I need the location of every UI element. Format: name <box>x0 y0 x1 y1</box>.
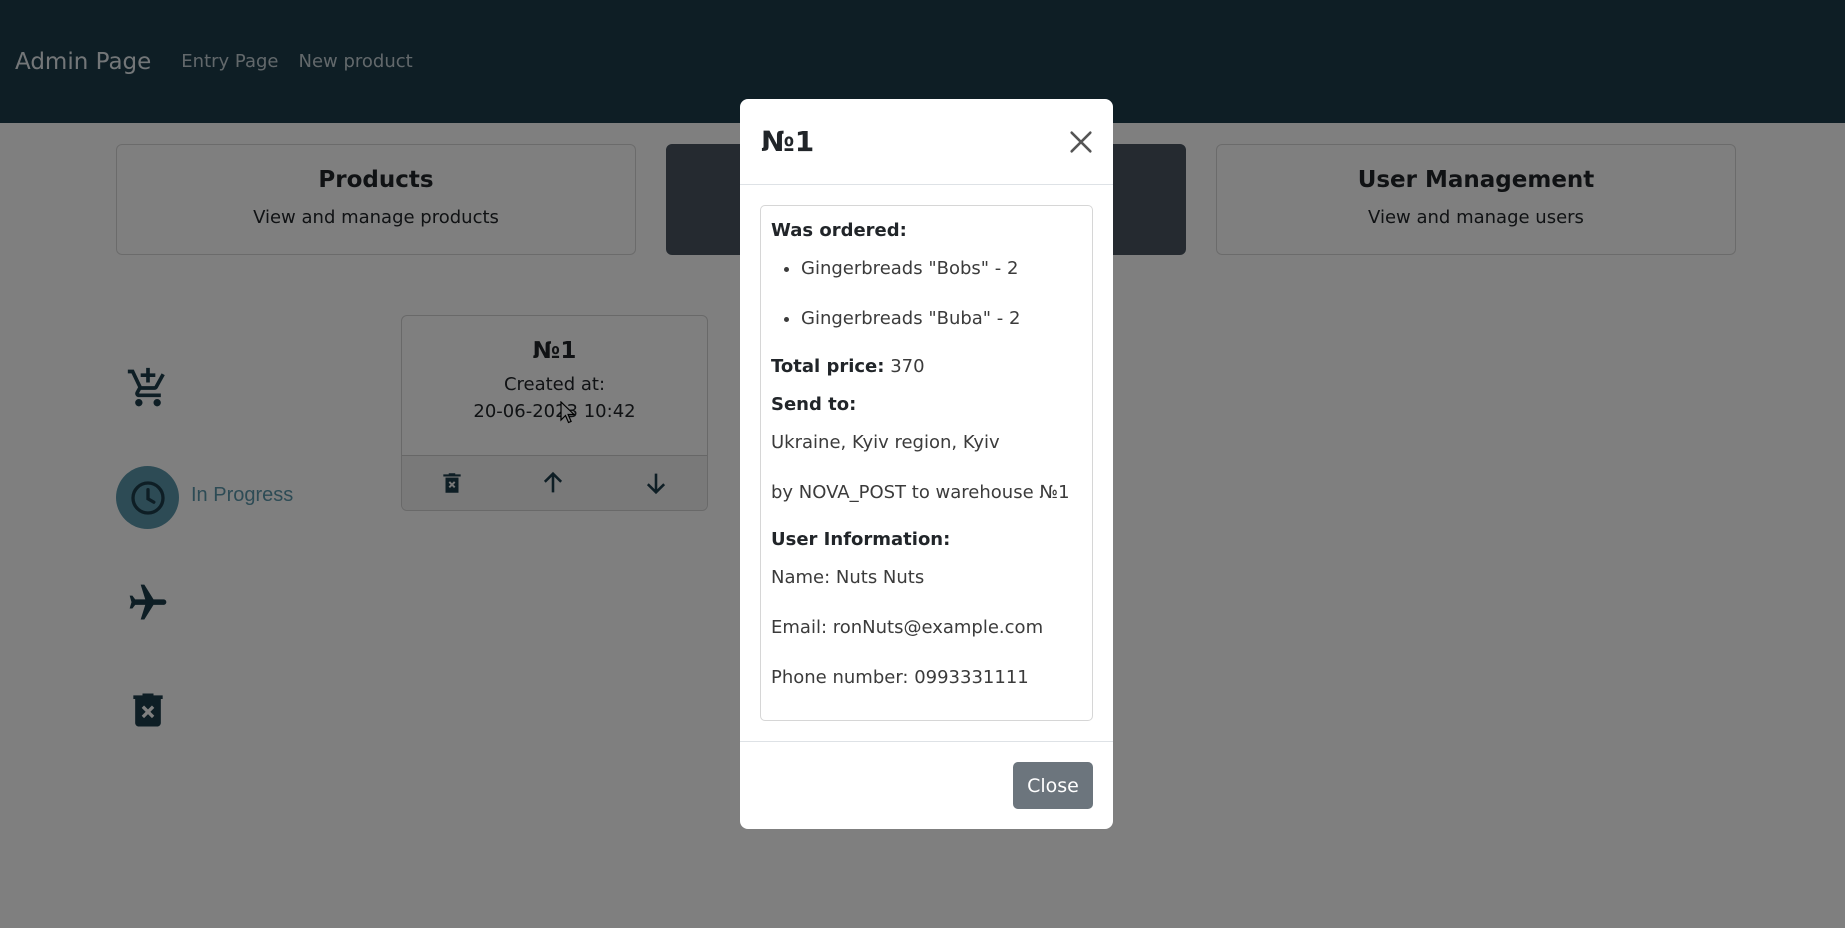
modal-title: №1 <box>761 125 815 158</box>
order-details-modal: №1 Was ordered: Gingerbreads "Bobs" - 2 … <box>740 99 1113 829</box>
shipping-address: Ukraine, Kyiv region, Kyiv <box>771 432 1000 453</box>
user-phone: Phone number: 0993331111 <box>771 667 1029 688</box>
modal-header: №1 <box>740 99 1113 185</box>
send-to-label: Send to: <box>771 394 857 415</box>
close-button[interactable]: Close <box>1013 762 1093 809</box>
close-icon[interactable] <box>1067 128 1095 156</box>
total-price-value: 370 <box>890 356 925 377</box>
order-info-box: Was ordered: Gingerbreads "Bobs" - 2 Gin… <box>760 205 1093 721</box>
total-price-label: Total price: <box>771 356 885 377</box>
modal-footer: Close <box>740 741 1113 829</box>
delivery-method: by NOVA_POST to warehouse №1 <box>771 482 1070 503</box>
user-email: Email: ronNuts@example.com <box>771 617 1044 638</box>
user-name: Name: Nuts Nuts <box>771 567 925 588</box>
user-info-label: User Information: <box>771 529 951 550</box>
ordered-label: Was ordered: <box>771 220 907 241</box>
ordered-items-list: Gingerbreads "Bobs" - 2 Gingerbreads "Bu… <box>801 256 1082 332</box>
ordered-item: Gingerbreads "Bobs" - 2 <box>801 256 1082 282</box>
modal-body: Was ordered: Gingerbreads "Bobs" - 2 Gin… <box>740 185 1113 721</box>
ordered-item: Gingerbreads "Buba" - 2 <box>801 306 1082 332</box>
total-price-row: Total price: 370 <box>771 354 1082 380</box>
